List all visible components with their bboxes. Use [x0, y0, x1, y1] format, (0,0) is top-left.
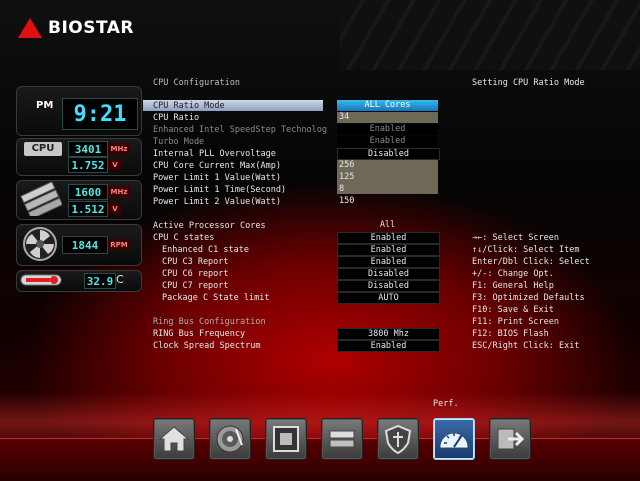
- setting-label-c7[interactable]: CPU C7 report: [162, 281, 229, 291]
- brand-logo: BIOSTAR: [18, 18, 134, 38]
- help-general: F1: General Help: [472, 281, 554, 291]
- setting-label-core-current[interactable]: CPU Core Current Max(Amp): [153, 161, 281, 171]
- help-print-screen: F11: Print Screen: [472, 317, 559, 327]
- fan-icon: [23, 227, 57, 261]
- setting-label-c3[interactable]: CPU C3 Report: [162, 257, 229, 267]
- setting-value-pll[interactable]: Disabled: [337, 148, 440, 160]
- setting-value-c1[interactable]: Enabled: [337, 244, 440, 256]
- nav-chipset-button[interactable]: [265, 418, 307, 460]
- decor-floor: [0, 438, 640, 481]
- setting-label-cpu-ratio-mode[interactable]: CPU Ratio Mode: [153, 101, 225, 111]
- setting-label-pkg-c[interactable]: Package C State limit: [162, 293, 269, 303]
- decor-stripes: [340, 0, 640, 70]
- cpu-freq-unit: MHz: [108, 143, 130, 154]
- nav-performance-button[interactable]: [433, 418, 475, 460]
- shield-icon: [384, 424, 412, 455]
- help-bios-flash: F12: BIOS Flash: [472, 329, 549, 339]
- nav-home-button[interactable]: [153, 418, 195, 460]
- setting-label-pl1-time[interactable]: Power Limit 1 Time(Second): [153, 185, 286, 195]
- setting-value-c6[interactable]: Disabled: [337, 268, 440, 280]
- thermometer-icon: [20, 274, 62, 286]
- cpu-freq-display: 3401: [68, 141, 108, 157]
- setting-label-turbo: Turbo Mode: [153, 137, 205, 147]
- help-title: Setting CPU Ratio Mode: [472, 78, 585, 88]
- logo-mark-icon: [18, 18, 42, 38]
- nav-storage-button[interactable]: [321, 418, 363, 460]
- setting-value-pl2-value[interactable]: 150: [337, 196, 438, 207]
- help-change-opt: +/-: Change Opt.: [472, 269, 554, 279]
- setting-value-c7[interactable]: Disabled: [337, 280, 440, 292]
- help-select: Enter/Dbl Click: Select: [472, 257, 590, 267]
- mem-volt-unit: V: [108, 203, 122, 214]
- setting-value-speedstep: Enabled: [337, 124, 438, 135]
- active-tab-label: Perf.: [433, 399, 459, 409]
- setting-value-ring-freq[interactable]: 3800 Mhz: [337, 328, 440, 340]
- setting-value-spread[interactable]: Enabled: [337, 340, 440, 352]
- help-defaults: F3: Optimized Defaults: [472, 293, 585, 303]
- nav-disk-button[interactable]: [209, 418, 251, 460]
- setting-label-spread[interactable]: Clock Spread Spectrum: [153, 341, 260, 351]
- temp-unit: C: [116, 273, 124, 286]
- setting-label-pll[interactable]: Internal PLL Overvoltage: [153, 149, 276, 159]
- setting-value-cpu-ratio-mode[interactable]: ALL Cores: [337, 100, 438, 111]
- exit-icon: [497, 428, 525, 450]
- temp-display: 32.9: [84, 273, 116, 289]
- setting-value-active-cores[interactable]: All: [337, 220, 438, 231]
- setting-value-c3[interactable]: Enabled: [337, 256, 440, 268]
- setting-label-pl1-value[interactable]: Power Limit 1 Value(Watt): [153, 173, 281, 183]
- cpu-volt-unit: V: [108, 159, 122, 170]
- nav-security-button[interactable]: [377, 418, 419, 460]
- page-title: CPU Configuration: [153, 78, 240, 88]
- setting-label-cpu-ratio[interactable]: CPU Ratio: [153, 113, 199, 123]
- setting-value-pkg-c[interactable]: AUTO: [337, 292, 440, 304]
- help-save-exit: F10: Save & Exit: [472, 305, 554, 315]
- performance-gauge-icon: [440, 433, 468, 448]
- storage-icon: [329, 430, 355, 448]
- nav-exit-button[interactable]: [489, 418, 531, 460]
- setting-value-cpu-ratio[interactable]: 34: [337, 112, 438, 123]
- setting-value-turbo: Enabled: [337, 136, 438, 147]
- fan-rpm-unit: RPM: [108, 239, 130, 250]
- chipset-icon: [273, 426, 299, 452]
- help-select-item: ↑↓/Click: Select Item: [472, 245, 580, 255]
- setting-label-pl2-value[interactable]: Power Limit 2 Value(Watt): [153, 197, 281, 207]
- memory-icon: [20, 182, 62, 216]
- setting-label-ring-freq[interactable]: RING Bus Frequency: [153, 329, 245, 339]
- setting-value-c-states[interactable]: Enabled: [337, 232, 440, 244]
- setting-label-speedstep: Enhanced Intel SpeedStep Technolog: [153, 125, 327, 135]
- mem-freq-display: 1600: [68, 184, 108, 200]
- setting-value-pl1-time[interactable]: 8: [337, 184, 438, 195]
- clock-display: 9:21: [62, 98, 138, 130]
- fan-rpm-display: 1844: [62, 236, 108, 254]
- ampm-label: PM: [36, 100, 54, 111]
- setting-value-core-current[interactable]: 256: [337, 160, 438, 171]
- disk-icon: [216, 425, 244, 453]
- mem-volt-display: 1.512: [68, 201, 108, 217]
- help-select-screen: →←: Select Screen: [472, 233, 559, 243]
- cpu-label: CPU: [24, 142, 62, 156]
- setting-label-c6[interactable]: CPU C6 report: [162, 269, 229, 279]
- setting-label-c-states[interactable]: CPU C states: [153, 233, 214, 243]
- section-ring-bus: Ring Bus Configuration: [153, 317, 266, 327]
- home-icon: [158, 426, 190, 452]
- mem-freq-unit: MHz: [108, 186, 130, 197]
- setting-label-active-cores[interactable]: Active Processor Cores: [153, 221, 266, 231]
- brand-name: BIOSTAR: [48, 18, 135, 38]
- setting-label-c1[interactable]: Enhanced C1 state: [162, 245, 249, 255]
- cpu-volt-display: 1.752: [68, 157, 108, 173]
- help-exit: ESC/Right Click: Exit: [472, 341, 580, 351]
- setting-value-pl1-value[interactable]: 125: [337, 172, 438, 183]
